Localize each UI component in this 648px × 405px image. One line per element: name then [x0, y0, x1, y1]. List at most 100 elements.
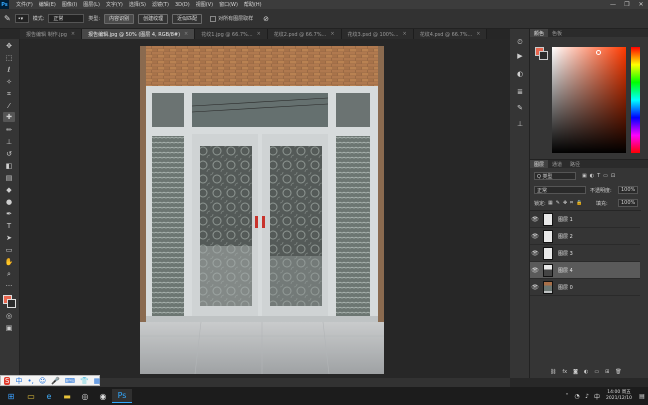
visibility-eye-icon[interactable]: 👁: [530, 233, 540, 240]
proximity-match-button[interactable]: 近似匹配: [172, 13, 203, 24]
tab-doc-2[interactable]: 报告编辑.jpg @ 50% (图层 4, RGB/8#) ×: [82, 29, 196, 39]
layer-row-4[interactable]: 👁 图层 4: [530, 262, 640, 279]
color-picker-cursor-icon[interactable]: [596, 50, 601, 55]
taskbar-photoshop-icon[interactable]: Ps: [112, 389, 132, 403]
lock-all-icon[interactable]: 🔒: [576, 200, 582, 206]
tab-paths[interactable]: 路径: [566, 160, 584, 168]
new-group-icon[interactable]: ▭: [594, 369, 599, 375]
file-explorer-icon[interactable]: ▭: [22, 389, 40, 403]
healing-brush-tool-icon[interactable]: ✚: [3, 112, 15, 122]
filter-adjust-icon[interactable]: ◐: [590, 173, 594, 179]
checkbox-icon[interactable]: [210, 15, 217, 22]
color-picker-field[interactable]: [552, 47, 626, 153]
filter-type-icon[interactable]: T: [597, 173, 600, 179]
menu-help[interactable]: 帮助(H): [241, 1, 265, 8]
lock-pixels-icon[interactable]: ▦: [548, 200, 553, 206]
visibility-eye-icon[interactable]: 👁: [530, 284, 540, 291]
tab-doc-3[interactable]: 花纹1.jpg @ 66.7%... ×: [195, 29, 268, 39]
layer-style-icon[interactable]: fx: [562, 369, 567, 375]
ime-emoji-icon[interactable]: ☺: [39, 377, 46, 385]
dodge-tool-icon[interactable]: ●: [3, 197, 15, 207]
ime-voice-icon[interactable]: 🎤: [51, 377, 60, 385]
content-aware-button[interactable]: 内容识别: [104, 13, 135, 24]
folder-icon[interactable]: ▬: [58, 389, 76, 403]
ime-chinese-icon[interactable]: 中: [15, 376, 22, 386]
gradient-tool-icon[interactable]: ▤: [3, 173, 15, 183]
tab-channels[interactable]: 通道: [548, 160, 566, 168]
tab-doc-5[interactable]: 花纹3.psd @ 100%... ×: [341, 29, 414, 39]
blend-mode-select[interactable]: 正常: [534, 186, 586, 194]
ime-toolbox-icon[interactable]: ▦: [94, 377, 101, 385]
visibility-eye-icon[interactable]: 👁: [530, 267, 540, 274]
tab-doc-4[interactable]: 花纹2.psd @ 66.7%... ×: [267, 29, 342, 39]
ime-logo-icon[interactable]: S: [4, 376, 11, 385]
fill-input[interactable]: 100%: [618, 199, 639, 207]
minimize-icon[interactable]: —: [606, 0, 620, 9]
menu-3d[interactable]: 3D(D): [172, 2, 193, 8]
menu-select[interactable]: 选择(S): [126, 1, 149, 8]
menu-type[interactable]: 文字(Y): [103, 1, 126, 8]
close-tab-icon[interactable]: ×: [330, 31, 334, 37]
quick-select-tool-icon[interactable]: ✧: [3, 77, 15, 87]
more-tools-icon[interactable]: ···: [3, 281, 15, 291]
menu-image[interactable]: 图像(I): [59, 1, 80, 8]
actions-panel-icon[interactable]: ▶: [514, 51, 526, 61]
media-icon[interactable]: ◉: [94, 389, 112, 403]
visibility-eye-icon[interactable]: 👁: [530, 216, 540, 223]
chrome-icon[interactable]: ◎: [76, 389, 94, 403]
layer-row-2[interactable]: 👁 图层 2: [530, 228, 640, 245]
eyedropper-tool-icon[interactable]: ⁄: [3, 101, 15, 111]
close-tab-icon[interactable]: ×: [71, 31, 75, 37]
ime-skin-icon[interactable]: 👕: [80, 377, 89, 385]
close-tab-icon[interactable]: ×: [476, 31, 480, 37]
close-icon[interactable]: ✕: [634, 0, 648, 9]
ime-keyboard-icon[interactable]: ⌨: [65, 377, 75, 385]
close-tab-icon[interactable]: ×: [184, 31, 188, 37]
document-canvas[interactable]: [20, 39, 510, 378]
hue-slider[interactable]: [631, 47, 640, 153]
create-texture-button[interactable]: 创建纹理: [138, 13, 169, 24]
layer-row-3[interactable]: 👁 图层 3: [530, 245, 640, 262]
menu-filter[interactable]: 滤镜(T): [149, 1, 172, 8]
filter-shape-icon[interactable]: ▭: [603, 173, 608, 179]
filter-smart-icon[interactable]: ⊡: [611, 173, 615, 179]
menu-layer[interactable]: 图层(L): [80, 1, 103, 8]
lasso-tool-icon[interactable]: ℓ: [3, 65, 15, 75]
layer-row-0[interactable]: 👁 图层 0: [530, 279, 640, 296]
clock[interactable]: 14:00 周五 2021/12/10: [602, 390, 636, 402]
properties-panel-icon[interactable]: ≣: [514, 87, 526, 97]
delete-layer-icon[interactable]: 🗑: [615, 369, 621, 375]
rectangle-tool-icon[interactable]: ▭: [3, 245, 15, 255]
opacity-input[interactable]: 100%: [618, 186, 639, 194]
filter-pixel-icon[interactable]: ▣: [582, 173, 587, 179]
brush-size-picker[interactable]: •▾: [14, 14, 29, 23]
pen-tool-icon[interactable]: ✒: [3, 209, 15, 219]
eraser-tool-icon[interactable]: ◧: [3, 161, 15, 171]
ime-punctuation-icon[interactable]: •,: [27, 377, 33, 385]
sample-all-layers-toggle[interactable]: 对所有图层取样: [210, 15, 253, 22]
clone-stamp-tool-icon[interactable]: ⊥: [3, 137, 15, 147]
quick-mask-icon[interactable]: ◎: [3, 311, 15, 321]
browser-icon[interactable]: e: [40, 389, 58, 403]
blur-tool-icon[interactable]: ◆: [3, 185, 15, 195]
move-tool-icon[interactable]: ✥: [3, 41, 15, 51]
menu-view[interactable]: 视图(V): [193, 1, 216, 8]
menu-window[interactable]: 窗口(W): [216, 1, 241, 8]
pressure-icon[interactable]: ⊘: [263, 12, 269, 26]
new-layer-icon[interactable]: ⊞: [605, 369, 609, 375]
bandage-tool-icon[interactable]: ✎: [4, 12, 11, 26]
color-panel-background-swatch[interactable]: [539, 51, 548, 60]
menu-edit[interactable]: 编辑(E): [36, 1, 59, 8]
brush-settings-icon[interactable]: ✎: [514, 103, 526, 113]
door-photo[interactable]: [140, 46, 384, 374]
add-mask-icon[interactable]: ◙: [573, 369, 578, 375]
history-brush-tool-icon[interactable]: ↺: [3, 149, 15, 159]
adjustment-layer-icon[interactable]: ◐: [584, 369, 588, 375]
layer-row-1[interactable]: 👁 图层 1: [530, 211, 640, 228]
path-select-tool-icon[interactable]: ➤: [3, 233, 15, 243]
mode-select[interactable]: 正常: [48, 14, 85, 23]
tab-color[interactable]: 颜色: [530, 29, 549, 37]
crop-tool-icon[interactable]: ⌗: [3, 89, 15, 99]
close-tab-icon[interactable]: ×: [257, 31, 261, 37]
history-panel-icon[interactable]: ⏲: [514, 37, 526, 47]
